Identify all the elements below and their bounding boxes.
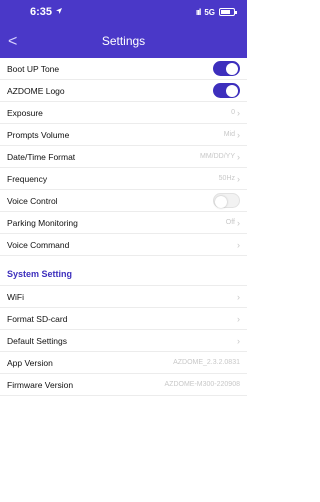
setting-label: Frequency: [7, 173, 48, 184]
setting-label: Boot UP Tone: [7, 63, 60, 74]
app-header: 6:35 ııl 5G Settings <: [0, 0, 247, 58]
setting-row-prompts-volume[interactable]: Prompts Volume Mid ›: [0, 124, 247, 146]
setting-row-parking-monitoring[interactable]: Parking Monitoring Off ›: [0, 212, 247, 234]
chevron-right-icon: ›: [237, 335, 240, 346]
setting-value: Off ›: [226, 218, 240, 228]
setting-row-voice-command[interactable]: Voice Command ›: [0, 234, 247, 256]
setting-label: Date/Time Format: [7, 151, 76, 162]
setting-value: ›: [235, 292, 240, 302]
signal-icon: ııl: [195, 7, 201, 17]
section-header-system-setting: System Setting: [0, 262, 247, 286]
chevron-right-icon: ›: [237, 107, 240, 118]
setting-row-azdome-logo[interactable]: AZDOME Logo: [0, 80, 247, 102]
chevron-right-icon: ›: [237, 291, 240, 302]
chevron-right-icon: ›: [237, 129, 240, 140]
setting-label: App Version: [7, 357, 53, 368]
setting-value: AZDOME_2.3.2.0831: [173, 359, 240, 366]
chevron-right-icon: ›: [237, 217, 240, 228]
setting-value-text: AZDOME-M300-220908: [164, 381, 240, 388]
setting-label: Parking Monitoring: [7, 217, 78, 228]
setting-value-text: AZDOME_2.3.2.0831: [173, 359, 240, 366]
toggle-switch[interactable]: [213, 193, 240, 208]
chevron-right-icon: ›: [237, 313, 240, 324]
setting-value: ›: [235, 336, 240, 346]
setting-value: ›: [235, 240, 240, 250]
status-time: 6:35: [30, 6, 63, 18]
setting-label: Default Settings: [7, 335, 68, 346]
setting-value: ›: [235, 314, 240, 324]
setting-value: 0 ›: [231, 108, 240, 118]
setting-label: Prompts Volume: [7, 129, 70, 140]
location-arrow-icon: [55, 6, 63, 18]
setting-row-firmware-version[interactable]: Firmware Version AZDOME-M300-220908: [0, 374, 247, 396]
setting-value: MM/DD/YY ›: [200, 152, 240, 162]
setting-label: Voice Command: [7, 239, 70, 250]
network-label: 5G: [204, 7, 215, 17]
chevron-right-icon: ›: [237, 151, 240, 162]
status-indicators: ııl 5G: [195, 7, 237, 17]
toggle-knob: [215, 195, 227, 208]
setting-value: Mid ›: [224, 130, 240, 140]
setting-label: Format SD-card: [7, 313, 68, 324]
setting-row-frequency[interactable]: Frequency 50Hz ›: [0, 168, 247, 190]
setting-row-app-version[interactable]: App Version AZDOME_2.3.2.0831: [0, 352, 247, 374]
setting-label: Voice Control: [7, 195, 58, 206]
setting-row-exposure[interactable]: Exposure 0 ›: [0, 102, 247, 124]
setting-value-text: 0: [231, 109, 235, 116]
toggle-switch[interactable]: [213, 83, 240, 98]
setting-label: AZDOME Logo: [7, 85, 65, 96]
setting-value-text: 50Hz: [218, 175, 235, 182]
setting-row-wifi[interactable]: WiFi ›: [0, 286, 247, 308]
battery-icon: [219, 8, 237, 16]
setting-label: WiFi: [7, 291, 24, 302]
setting-value: AZDOME-M300-220908: [165, 381, 240, 388]
status-time-text: 6:35: [30, 6, 53, 18]
setting-label: Exposure: [7, 107, 43, 118]
back-button[interactable]: <: [8, 34, 17, 50]
chevron-right-icon: ›: [237, 173, 240, 184]
chevron-right-icon: ›: [237, 239, 240, 250]
setting-value-text: Mid: [223, 131, 235, 138]
setting-row-date-time-format[interactable]: Date/Time Format MM/DD/YY ›: [0, 146, 247, 168]
toggle-knob: [226, 62, 238, 75]
page-title: Settings: [101, 34, 146, 48]
settings-list: Boot UP Tone AZDOME Logo Exposure 0 › Prompts…: [0, 58, 247, 396]
toggle-knob: [226, 84, 238, 97]
setting-label: Firmware Version: [7, 379, 74, 390]
setting-row-voice-control[interactable]: Voice Control: [0, 190, 247, 212]
setting-row-boot-up-tone[interactable]: Boot UP Tone: [0, 58, 247, 80]
setting-value: 50Hz ›: [219, 174, 240, 184]
setting-row-default-settings[interactable]: Default Settings ›: [0, 330, 247, 352]
setting-value-text: Off: [225, 219, 235, 226]
setting-row-format-sd-card[interactable]: Format SD-card ›: [0, 308, 247, 330]
setting-value-text: MM/DD/YY: [200, 153, 235, 160]
toggle-switch[interactable]: [213, 61, 240, 76]
